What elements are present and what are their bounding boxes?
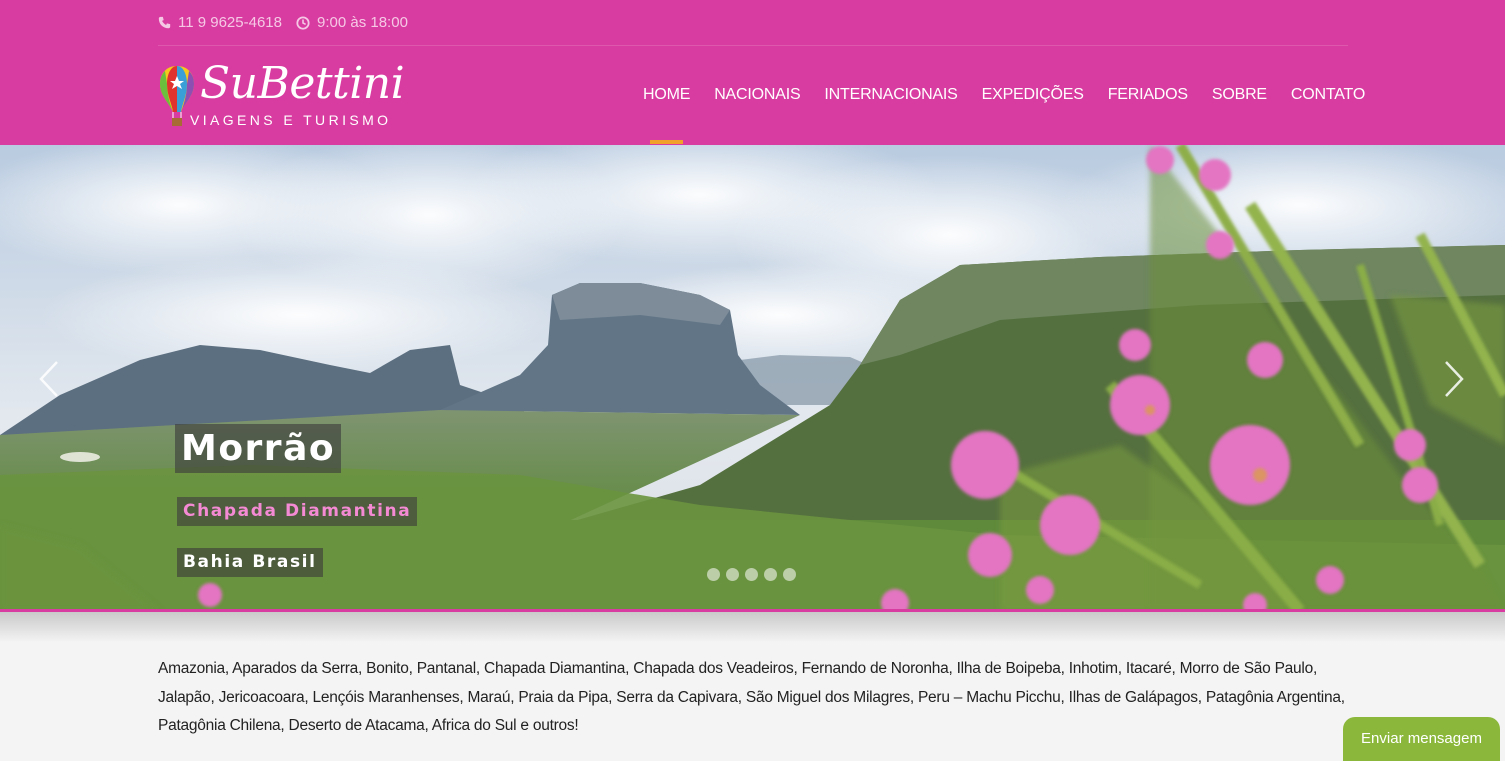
site-logo[interactable]: SuBettini VIAGENS E TURISMO xyxy=(158,58,408,132)
nav-nacionais[interactable]: NACIONAIS xyxy=(714,86,800,144)
slider-dot-4[interactable] xyxy=(764,568,777,581)
slider-dot-1[interactable] xyxy=(707,568,720,581)
site-header: 11 9 9625-4618 9:00 às 18:00 SuBettini V… xyxy=(0,0,1505,145)
nav-sobre[interactable]: SOBRE xyxy=(1212,86,1267,144)
logo-tagline: VIAGENS E TURISMO xyxy=(190,112,392,128)
nav-expedicoes[interactable]: EXPEDIÇÕES xyxy=(982,86,1084,144)
hero-slider-image xyxy=(0,145,1505,611)
slide-title: Morrão xyxy=(175,424,342,473)
slider-next-button[interactable] xyxy=(1443,360,1465,403)
send-message-button[interactable]: Enviar mensagem xyxy=(1343,717,1500,761)
slider-pagination xyxy=(707,568,802,581)
phone-icon xyxy=(158,16,171,29)
hours-text: 9:00 às 18:00 xyxy=(317,14,408,31)
clock-icon xyxy=(296,15,310,30)
logo-name: SuBettini xyxy=(200,58,405,109)
slide-location: Bahia Brasil xyxy=(177,548,323,577)
nav-contato[interactable]: CONTATO xyxy=(1291,86,1365,144)
phone-number: 11 9 9625-4618 xyxy=(178,14,282,31)
nav-home[interactable]: HOME xyxy=(643,86,690,144)
nav-internacionais[interactable]: INTERNACIONAIS xyxy=(824,86,957,144)
nav-feriados[interactable]: FERIADOS xyxy=(1108,86,1188,144)
top-contact-bar: 11 9 9625-4618 9:00 às 18:00 xyxy=(158,0,1348,46)
chevron-right-icon xyxy=(1445,361,1464,397)
slider-dot-3[interactable] xyxy=(745,568,758,581)
chevron-left-icon xyxy=(39,361,58,397)
hero-shadow xyxy=(0,612,1505,642)
slider-dot-5[interactable] xyxy=(783,568,796,581)
phone-contact[interactable]: 11 9 9625-4618 xyxy=(158,14,282,31)
main-navigation: HOME NACIONAIS INTERNACIONAIS EXPEDIÇÕES… xyxy=(643,86,1389,144)
opening-hours: 9:00 às 18:00 xyxy=(296,14,408,31)
landscape-photo xyxy=(0,145,1505,611)
destinations-text: Amazonia, Aparados da Serra, Bonito, Pan… xyxy=(158,660,1345,734)
slider-dot-2[interactable] xyxy=(726,568,739,581)
slider-prev-button[interactable] xyxy=(38,360,60,403)
slide-subtitle: Chapada Diamantina xyxy=(177,497,418,526)
